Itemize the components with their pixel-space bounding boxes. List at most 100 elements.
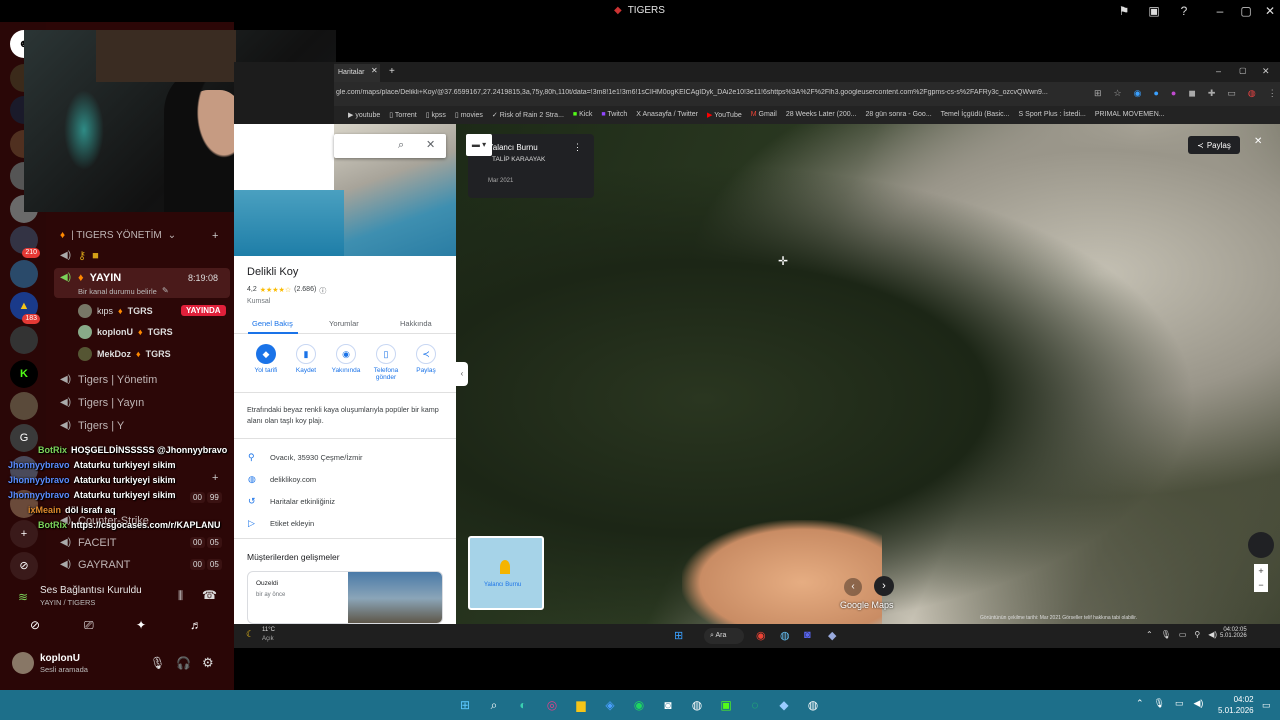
back-arrow-icon[interactable]: ▬ ▾ (466, 134, 492, 156)
close-button[interactable]: ✕ (1262, 66, 1270, 77)
nav-left-icon[interactable]: ‹ (844, 578, 862, 596)
bookmark-item[interactable]: ■ Twitch (601, 111, 627, 119)
voice-user[interactable]: MekDoz ♦ TGRS (78, 347, 171, 361)
clock[interactable]: 04:02 5.01.2026 (1218, 694, 1254, 716)
post-card[interactable]: Ouzeldi bir ay önce (247, 571, 443, 624)
url-text[interactable]: gle.com/maps/place/Delikli+Koy/@37.65991… (336, 89, 1086, 96)
discord-icon[interactable]: ◙ (659, 696, 677, 714)
voice-channel[interactable]: ◀) Tigers | Yönetim (60, 374, 157, 386)
close-tab-icon[interactable]: ✕ (371, 66, 378, 75)
flag-icon[interactable]: ⚑ (1116, 3, 1132, 19)
zoom-controls[interactable]: + − (1254, 564, 1268, 592)
chrome-icon[interactable]: ◉ (756, 629, 766, 642)
kick-icon[interactable]: ▣ (717, 696, 735, 714)
bookmark-item[interactable]: ▶ YouTube (707, 111, 742, 119)
tab-about[interactable]: Hakkında (400, 319, 432, 328)
voice-channel[interactable]: ◀) Tigers | Y (60, 420, 124, 432)
app-icon[interactable]: ◎ (543, 696, 561, 714)
share-button[interactable]: ≺ Paylaş (1188, 136, 1240, 154)
noise-icon[interactable]: ⫼ (178, 590, 183, 603)
voice-user[interactable]: kιps ♦ TGRS (78, 304, 153, 318)
system-tray[interactable]: ⌃ 🎙 ▭ ⚲ ◀) (1146, 630, 1217, 639)
add-channel-icon[interactable]: + (212, 472, 218, 484)
steam-icon[interactable]: ◍ (780, 629, 790, 642)
bookmark-item[interactable]: 28 Weeks Later (200... (786, 111, 857, 119)
bookmark-item[interactable]: ▶ youtube (348, 111, 380, 119)
bookmark-item[interactable]: ■ Kick (573, 111, 592, 119)
tab-overview[interactable]: Genel Bakış (252, 319, 293, 328)
activities-icon[interactable]: ✦ (136, 618, 146, 632)
voice-channel[interactable]: ◀) FACEIT (60, 537, 117, 549)
server-icon[interactable] (10, 260, 38, 288)
website-row[interactable]: ◍ deliklikoy.com (248, 474, 316, 485)
server-icon[interactable]: ▲ 183 (10, 292, 40, 324)
server-icon[interactable] (10, 392, 38, 420)
bookmark-item[interactable]: ▯ kpss (426, 111, 446, 119)
search-icon[interactable]: ⌕ (398, 139, 404, 152)
camera-off-icon[interactable]: ⊘ (30, 618, 40, 632)
bookmark-item[interactable]: ▯ movies (455, 111, 483, 119)
server-folder[interactable]: 210 (10, 226, 40, 258)
system-tray[interactable]: ⌃ 🎙 ▭ ◀) (1136, 698, 1203, 709)
close-street-view-icon[interactable]: ✕ (1254, 136, 1262, 147)
taskbar-search[interactable]: ⌕ Ara (704, 628, 744, 644)
explore-icon[interactable]: ⊘ (10, 552, 38, 580)
maximize-button[interactable]: ▢ (1238, 3, 1254, 19)
add-channel-icon[interactable]: + (212, 230, 218, 242)
clock[interactable]: 04:02:05 5.01.2026 (1220, 627, 1247, 639)
bookmark-item[interactable]: ✓ Risk of Rain 2 Stra... (492, 111, 564, 119)
tab-reviews[interactable]: Yorumlar (329, 319, 359, 328)
bookmark-item[interactable]: ▯ Torrent (389, 111, 416, 119)
avatar[interactable] (12, 652, 34, 674)
settings-gear-icon[interactable]: ⚙ (202, 655, 214, 671)
inbox-icon[interactable]: ▣ (1146, 3, 1162, 19)
address-bar[interactable]: gle.com/maps/place/Delikli+Koy/@37.65991… (334, 82, 1280, 106)
address-row[interactable]: ⚲ Ovacık, 35930 Çeşme/İzmir (248, 452, 363, 463)
discord-icon[interactable]: ◙ (804, 629, 811, 641)
add-server-icon[interactable]: + (10, 520, 38, 548)
place-category[interactable]: Kumsal (247, 298, 270, 305)
voice-user[interactable]: koplonU ♦ TGRS (78, 325, 173, 339)
clear-icon[interactable]: ✕ (426, 138, 435, 151)
activity-row[interactable]: ↺ Haritalar etkinliğiniz (248, 496, 335, 507)
screen-share-icon[interactable]: ⎚ (84, 618, 94, 633)
rating-row[interactable]: 4,2 ★★★★☆ (2.686) ⓘ (247, 286, 326, 296)
search-icon[interactable]: ⌕ (485, 696, 503, 714)
voice-channel[interactable]: ◀) Tigers | Yayın (60, 397, 144, 409)
bookmark-item[interactable]: PRIMAL MOVEMEN... (1095, 111, 1165, 119)
notification-icon[interactable]: ▭ (1262, 700, 1271, 711)
share-place-button[interactable]: ≺ Paylaş (406, 344, 446, 381)
voice-channel[interactable]: ◀) GAYRANT (60, 559, 130, 571)
sv-author[interactable]: TALİP KARAAYAK (492, 156, 545, 163)
save-button[interactable]: ▮ Kaydet (286, 344, 326, 381)
nearby-button[interactable]: ◉ Yakınında (326, 344, 366, 381)
label-row[interactable]: ▷ Etiket ekleyin (248, 518, 314, 529)
server-icon[interactable] (10, 326, 38, 354)
extension-icons[interactable]: ⊞ ☆ ◉ ● ● ◼ ✚ ▭ ◍ ⋮ (1094, 88, 1277, 99)
maps-search-box[interactable]: ⌕ ✕ (334, 134, 446, 158)
locked-channel[interactable]: ◀) ⚷ ■ (60, 249, 99, 263)
voice-status-title[interactable]: Ses Bağlantısı Kuruldu (40, 585, 142, 596)
steam-icon[interactable]: ◍ (804, 696, 822, 714)
bookmark-item[interactable]: Temel İçgüdü (Basic... (941, 111, 1010, 119)
channel-status[interactable]: Bir kanal durumu belirle (78, 287, 157, 296)
place-photo[interactable] (234, 190, 344, 256)
directions-button[interactable]: ◆ Yol tarifi (246, 344, 286, 381)
server-icon[interactable]: G (10, 424, 38, 452)
steam-icon[interactable]: ◍ (688, 696, 706, 714)
app-icon[interactable]: ◆ (828, 629, 836, 642)
bookmark-item[interactable]: 28 gün sonra - Goo... (866, 111, 932, 119)
minimize-button[interactable]: – (1216, 66, 1221, 76)
soundboard-icon[interactable]: ♬ (190, 618, 202, 632)
kick-icon[interactable]: K (10, 360, 38, 388)
send-to-phone-button[interactable]: ▯ Telefona gönder (366, 344, 406, 381)
spotify-icon[interactable]: ◉ (630, 696, 648, 714)
maximize-button[interactable]: ▢ (1239, 66, 1247, 75)
windows-start-icon[interactable]: ⊞ (674, 629, 683, 642)
windows-start-icon[interactable]: ⊞ (456, 696, 474, 714)
close-button[interactable]: ✕ (1262, 3, 1278, 19)
minimize-button[interactable]: – (1212, 3, 1228, 19)
edge-icon[interactable]: ◐ (514, 696, 532, 714)
whatsapp-icon[interactable]: ◌ (746, 696, 764, 714)
help-icon[interactable]: ? (1176, 3, 1192, 19)
